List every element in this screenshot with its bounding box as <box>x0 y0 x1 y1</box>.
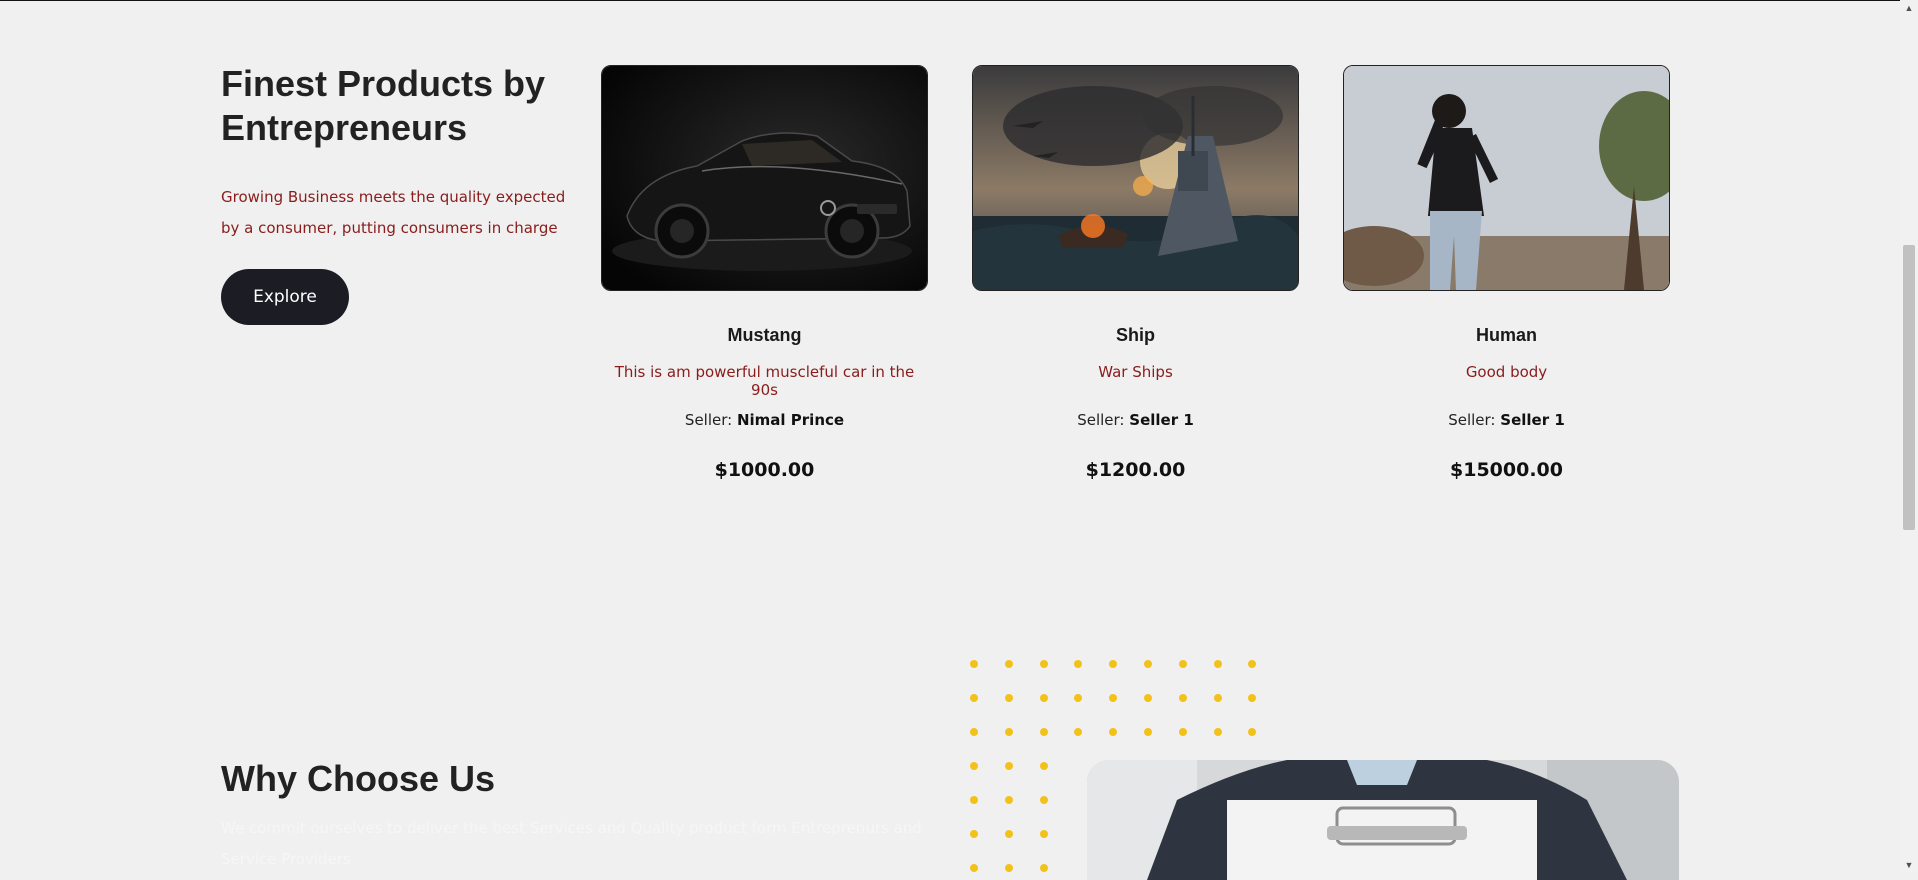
decorative-dot <box>1004 694 1013 702</box>
decorative-dot <box>1074 660 1083 668</box>
product-name: Human <box>1475 325 1537 345</box>
product-card-mustang[interactable]: Mustang This is am powerful muscleful ca… <box>601 65 928 481</box>
decorative-dot <box>970 762 978 770</box>
decorative-dot <box>1039 660 1048 668</box>
decorative-dot <box>1004 762 1013 770</box>
seller-label: Seller: <box>684 411 733 429</box>
decorative-dot <box>970 830 978 838</box>
decorative-dot <box>1004 660 1013 668</box>
product-image-ship[interactable] <box>972 65 1299 291</box>
decorative-dot <box>1213 660 1222 668</box>
product-card-ship[interactable]: Ship War Ships Seller: Seller 1 $1200.00 <box>972 65 1299 481</box>
decorative-dot <box>1109 694 1118 702</box>
decorative-dot <box>1144 694 1152 702</box>
decorative-dot <box>1178 728 1187 736</box>
decorative-dot <box>1144 728 1152 736</box>
scrollbar-thumb[interactable] <box>1903 245 1915 530</box>
vertical-scrollbar[interactable]: ▲ ▼ <box>1900 0 1918 873</box>
product-card-human[interactable]: Human Good body Seller: Seller 1 $15000.… <box>1343 65 1670 481</box>
product-seller: Seller: Seller 1 <box>972 411 1299 429</box>
decorative-dot <box>1039 728 1048 736</box>
decorative-dot <box>1039 796 1048 804</box>
product-image-human[interactable] <box>1343 65 1670 291</box>
seller-name: Seller 1 <box>1500 411 1565 429</box>
section-title: Finest Products by Entrepreneurs <box>221 63 546 148</box>
decorative-dot <box>1004 830 1013 838</box>
seller-label: Seller: <box>1448 411 1496 429</box>
decorative-dot <box>1109 728 1118 736</box>
decorative-dot <box>970 694 978 702</box>
why-choose-us-title: Why Choose Us <box>221 758 496 799</box>
product-image-mustang[interactable] <box>601 65 928 291</box>
decorative-dot <box>1248 728 1257 736</box>
product-price: $1200.00 <box>1085 459 1186 481</box>
top-border <box>0 0 1900 1</box>
product-name: Mustang <box>727 325 802 345</box>
decorative-dot <box>1213 728 1222 736</box>
decorative-dot <box>1074 728 1083 736</box>
decorative-dot <box>1213 694 1222 702</box>
product-price: $1000.00 <box>714 459 815 481</box>
seller-label: Seller: <box>1077 411 1125 429</box>
decorative-dot <box>970 728 978 736</box>
product-name: Ship <box>1116 325 1155 345</box>
seller-name: Nimal Prince <box>736 411 845 429</box>
intro-section: Finest Products by Entrepreneurs Growing… <box>221 62 571 244</box>
decorative-dot <box>970 864 978 872</box>
product-seller: Seller: Seller 1 <box>1343 411 1670 429</box>
product-description: War Ships <box>1098 363 1173 381</box>
decorative-dot <box>1004 864 1013 872</box>
seller-name: Seller 1 <box>1129 411 1194 429</box>
decorative-dot <box>1248 694 1257 702</box>
decorative-dot <box>1039 762 1048 770</box>
decorative-dot <box>1039 830 1048 838</box>
decorative-dot <box>1248 660 1257 668</box>
decorative-dot <box>970 796 978 804</box>
decorative-dot <box>1109 660 1118 668</box>
decorative-dot <box>970 660 978 668</box>
scroll-down-arrow-icon[interactable]: ▼ <box>1900 857 1918 873</box>
product-price: $15000.00 <box>1450 459 1563 481</box>
decorative-dot <box>1039 694 1048 702</box>
decorative-dot <box>1144 660 1152 668</box>
why-choose-us-image <box>1087 760 1679 880</box>
product-seller: Seller: Nimal Prince <box>601 411 928 429</box>
product-description: This is am powerful muscleful car in the… <box>614 363 915 399</box>
section-description: Growing Business meets the quality expec… <box>221 188 566 237</box>
product-description: Good body <box>1465 363 1548 381</box>
why-choose-us-text: We commit ourselves to deliver the best … <box>221 819 922 868</box>
decorative-dot <box>1178 694 1187 702</box>
explore-button[interactable]: Explore <box>221 269 349 325</box>
decorative-dot <box>1039 864 1048 872</box>
decorative-dot <box>1074 694 1083 702</box>
scroll-up-arrow-icon[interactable]: ▲ <box>1900 0 1918 16</box>
decorative-dot <box>1004 796 1013 804</box>
decorative-dot <box>1004 728 1013 736</box>
decorative-dot <box>1178 660 1187 668</box>
